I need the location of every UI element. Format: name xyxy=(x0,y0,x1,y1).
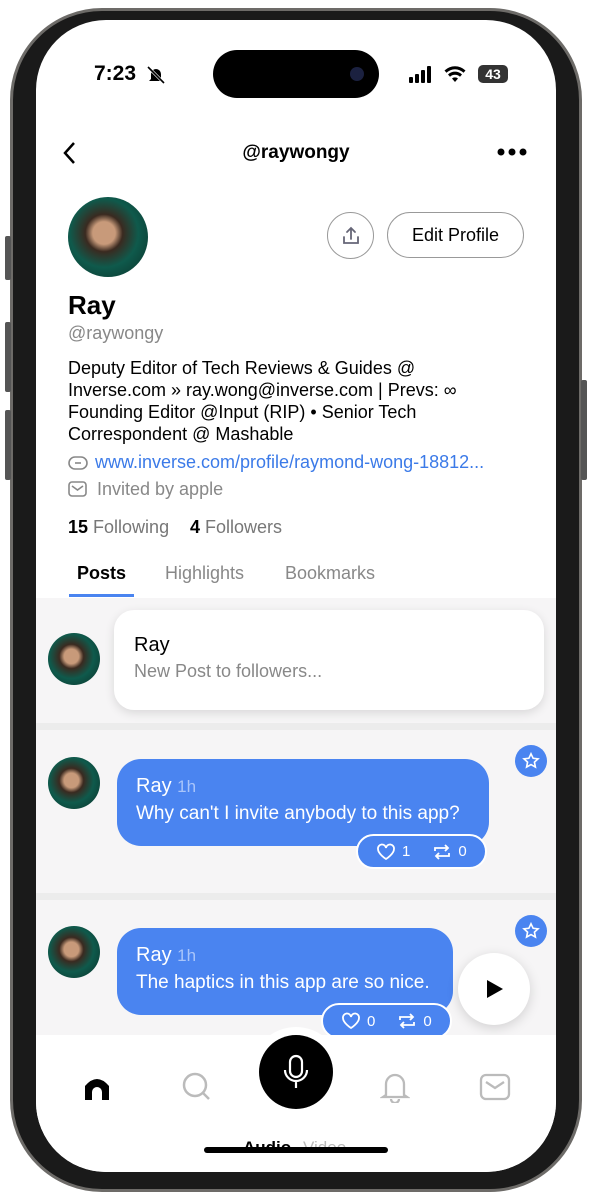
profile-name: Ray xyxy=(68,290,116,320)
profile-link[interactable]: www.inverse.com/profile/raymond-wong-188… xyxy=(95,452,484,473)
like-count: 1 xyxy=(402,843,411,860)
followers-label: Followers xyxy=(205,517,283,537)
play-button[interactable] xyxy=(458,953,530,1025)
tab-bookmarks[interactable]: Bookmarks xyxy=(285,563,375,584)
divider xyxy=(36,723,556,730)
repost-icon xyxy=(434,843,451,860)
post-reactions: 0 0 xyxy=(321,1003,452,1039)
profile-bio: Deputy Editor of Tech Reviews & Guides @… xyxy=(68,357,538,445)
heart-icon xyxy=(342,1012,360,1030)
following-link[interactable]: 15 Following xyxy=(68,517,169,538)
following-label: Following xyxy=(93,517,170,537)
bio-line: Inverse.com » ray.wong@inverse.com | Pre… xyxy=(68,380,457,400)
edit-profile-button[interactable]: Edit Profile xyxy=(387,212,524,258)
post-author: Ray xyxy=(136,775,172,797)
repost-button[interactable]: 0 xyxy=(397,1012,432,1030)
active-tab-indicator xyxy=(69,594,134,597)
followers-count: 4 xyxy=(190,517,201,537)
dynamic-island xyxy=(213,50,379,98)
repost-count: 0 xyxy=(458,843,467,860)
share-icon xyxy=(342,226,359,244)
repost-button[interactable]: 0 xyxy=(432,843,467,861)
share-button[interactable] xyxy=(327,212,374,259)
like-button[interactable]: 1 xyxy=(376,843,410,861)
volume-down-button xyxy=(5,410,11,480)
divider xyxy=(36,893,556,900)
like-button[interactable]: 0 xyxy=(341,1012,375,1030)
followers-link[interactable]: 4 Followers xyxy=(190,517,282,538)
play-icon xyxy=(487,980,503,998)
screen: 7:23 43 @raywongy Edit Profile Ray @rayw… xyxy=(36,20,556,1172)
highlight-button[interactable] xyxy=(515,915,547,947)
wifi-icon xyxy=(444,66,466,82)
following-count: 15 xyxy=(68,517,89,537)
repost-count: 0 xyxy=(423,1012,432,1030)
post-text: The haptics in this app are so nice. xyxy=(136,972,430,993)
heart-icon xyxy=(377,843,395,860)
page-title: @raywongy xyxy=(242,142,350,163)
bio-line: Correspondent @ Mashable xyxy=(68,424,294,444)
search-icon[interactable] xyxy=(181,1071,213,1103)
star-icon xyxy=(522,752,540,769)
record-audio-button[interactable] xyxy=(259,1035,333,1109)
post-time: 1h xyxy=(177,777,197,796)
status-time: 7:23 xyxy=(94,62,137,85)
power-button xyxy=(581,380,587,480)
invited-by: Invited by apple xyxy=(97,479,224,499)
more-options-icon[interactable] xyxy=(497,148,527,156)
tab-posts[interactable]: Posts xyxy=(77,563,126,584)
link-icon xyxy=(68,456,88,470)
post-avatar[interactable] xyxy=(48,757,100,809)
posts-feed: Ray New Post to followers... Ray 1h Why … xyxy=(36,598,556,1039)
signal-icon xyxy=(409,66,431,83)
home-icon[interactable] xyxy=(82,1072,112,1102)
volume-up-button xyxy=(5,322,11,392)
action-button xyxy=(5,236,11,280)
notifications-bell-icon[interactable] xyxy=(380,1071,410,1103)
post-bubble[interactable]: Ray 1h Why can't I invite anybody to thi… xyxy=(117,759,489,846)
post-author: Ray xyxy=(136,944,172,966)
post-bubble[interactable]: Ray 1h The haptics in this app are so ni… xyxy=(117,928,453,1015)
messages-icon[interactable] xyxy=(479,1073,511,1101)
new-post-composer[interactable]: Ray New Post to followers... xyxy=(114,610,544,710)
repost-icon xyxy=(399,1013,416,1029)
star-icon xyxy=(522,922,540,939)
highlight-button[interactable] xyxy=(515,745,547,777)
microphone-icon xyxy=(283,1054,309,1088)
post-time: 1h xyxy=(177,946,197,965)
mail-icon xyxy=(68,481,87,497)
like-count: 0 xyxy=(367,1012,376,1030)
bell-muted-icon xyxy=(146,65,166,85)
post-text: Why can't I invite anybody to this app? xyxy=(136,803,460,824)
composer-placeholder[interactable]: New Post to followers... xyxy=(134,661,322,682)
camera-icon xyxy=(350,67,364,81)
bio-line: Founding Editor @Input (RIP) • Senior Te… xyxy=(68,402,417,422)
profile-avatar[interactable] xyxy=(68,197,148,277)
composer-name: Ray xyxy=(134,634,170,656)
post-avatar[interactable] xyxy=(48,926,100,978)
bio-line: Deputy Editor of Tech Reviews & Guides @ xyxy=(68,358,416,378)
tab-highlights[interactable]: Highlights xyxy=(165,563,244,584)
profile-handle: @raywongy xyxy=(68,323,164,343)
post-reactions: 1 0 xyxy=(356,834,487,869)
home-indicator[interactable] xyxy=(204,1147,388,1153)
battery-indicator: 43 xyxy=(478,65,508,83)
composer-avatar xyxy=(48,633,100,685)
